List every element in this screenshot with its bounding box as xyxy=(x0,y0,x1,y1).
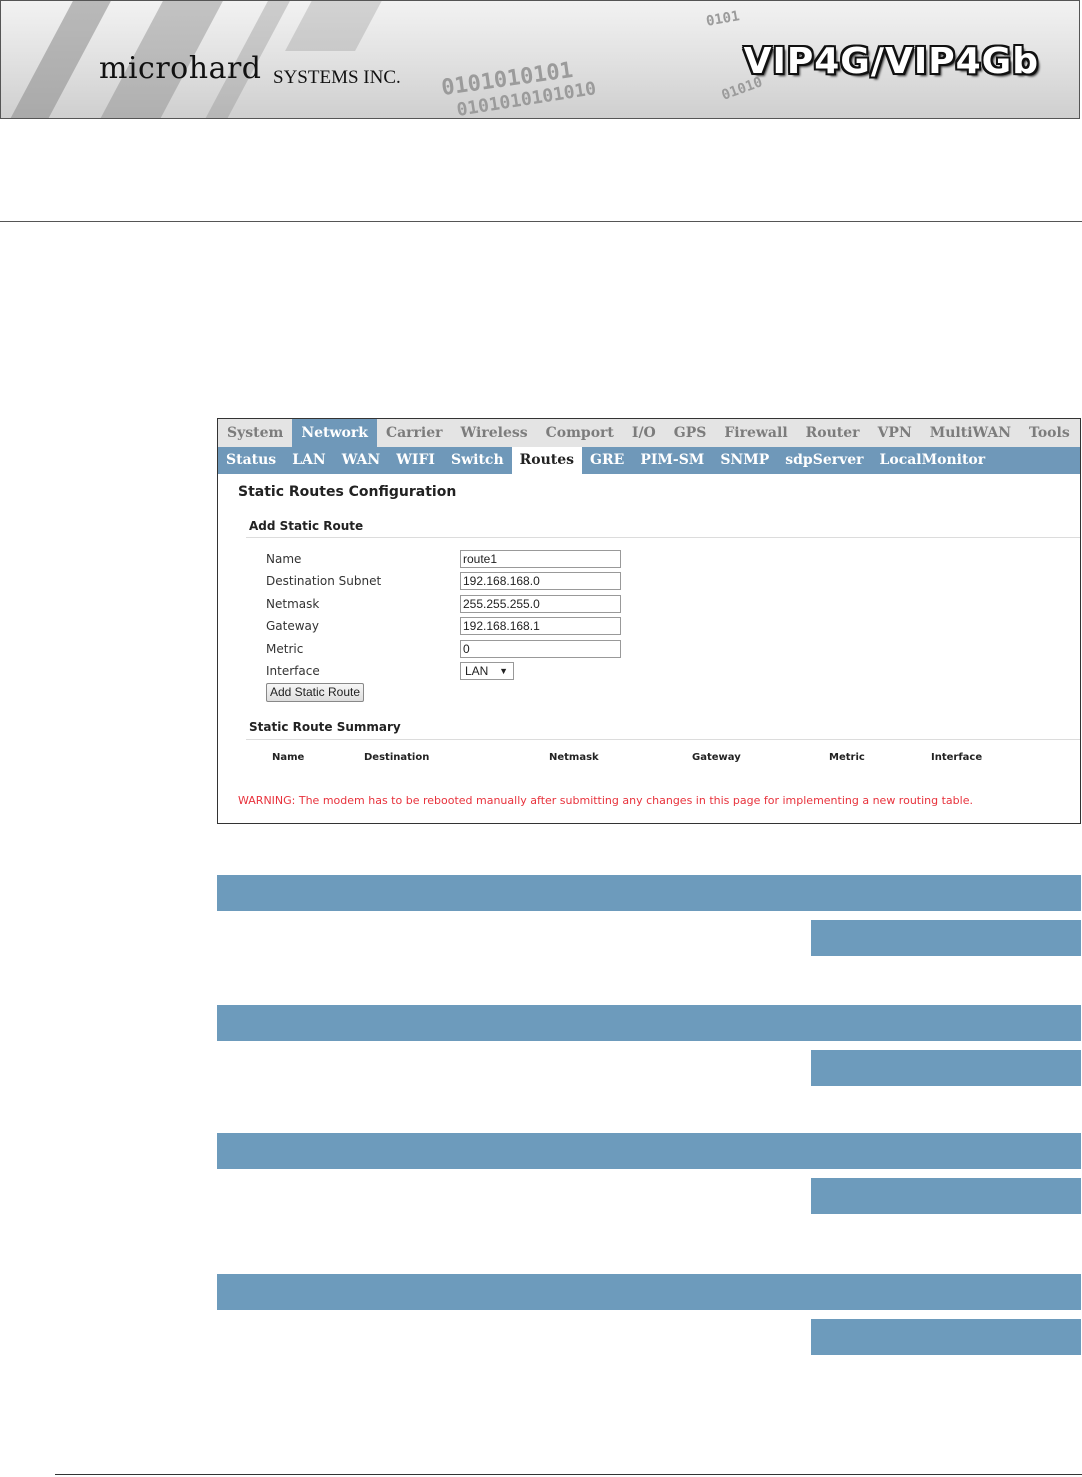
main-tab-bar: System Network Carrier Wireless Comport … xyxy=(218,419,1080,447)
section-heading-summary: Static Route Summary xyxy=(249,720,401,734)
section-bar xyxy=(217,1133,1081,1169)
brand-subtitle: SYSTEMS INC. xyxy=(273,67,401,88)
subtab-localmonitor[interactable]: LocalMonitor xyxy=(872,447,994,474)
tab-router[interactable]: Router xyxy=(797,419,869,447)
subtab-wan[interactable]: WAN xyxy=(334,447,389,474)
brand-name: microhard xyxy=(99,51,262,86)
section-bar xyxy=(217,1005,1081,1041)
form-row-destination: Destination Subnet 192.168.168.0 xyxy=(266,572,686,592)
interface-label: Interface xyxy=(266,664,320,678)
column-header-metric: Metric xyxy=(829,752,865,763)
netmask-field[interactable]: 255.255.255.0 xyxy=(460,595,621,613)
value-bar xyxy=(811,920,1081,956)
value-bar xyxy=(811,1178,1081,1214)
page-title: Static Routes Configuration xyxy=(238,484,457,500)
section-bar xyxy=(217,1274,1081,1310)
subtab-switch[interactable]: Switch xyxy=(443,447,512,474)
destination-label: Destination Subnet xyxy=(266,574,382,588)
column-header-name: Name xyxy=(272,752,305,763)
form-row-netmask: Netmask 255.255.255.0 xyxy=(266,595,686,615)
tab-network[interactable]: Network xyxy=(292,419,377,447)
value-bar xyxy=(811,1319,1081,1355)
column-header-gateway: Gateway xyxy=(692,752,741,763)
footer-divider xyxy=(55,1474,1082,1475)
tab-carrier[interactable]: Carrier xyxy=(377,419,452,447)
tab-comport[interactable]: Comport xyxy=(537,419,623,447)
tab-multiwan[interactable]: MultiWAN xyxy=(921,419,1020,447)
name-label: Name xyxy=(266,552,302,566)
add-static-route-button[interactable]: Add Static Route xyxy=(266,683,364,702)
subtab-snmp[interactable]: SNMP xyxy=(712,447,777,474)
subtab-routes[interactable]: Routes xyxy=(511,447,583,474)
column-header-destination: Destination xyxy=(364,752,430,763)
value-bar xyxy=(811,1050,1081,1086)
form-row-gateway: Gateway 192.168.168.1 xyxy=(266,617,686,637)
column-header-netmask: Netmask xyxy=(549,752,599,763)
form-row-metric: Metric 0 xyxy=(266,640,686,660)
binary-art: 0101 xyxy=(704,8,741,30)
tab-firewall[interactable]: Firewall xyxy=(715,419,796,447)
section-divider xyxy=(246,537,1080,538)
destination-field[interactable]: 192.168.168.0 xyxy=(460,572,621,590)
tab-vpn[interactable]: VPN xyxy=(869,419,921,447)
section-heading-add: Add Static Route xyxy=(249,519,364,533)
tab-tools[interactable]: Tools xyxy=(1020,419,1079,447)
sub-tab-bar: Status LAN WAN WIFI Switch Routes GRE PI… xyxy=(218,447,1080,474)
banner-streak-decoration xyxy=(285,1,387,51)
name-field[interactable]: route1 xyxy=(460,550,621,568)
metric-field[interactable]: 0 xyxy=(460,640,621,658)
product-title: VIP4G/VIP4Gb xyxy=(743,41,1039,82)
web-ui-screenshot: System Network Carrier Wireless Comport … xyxy=(217,418,1081,824)
tab-io[interactable]: I/O xyxy=(623,419,665,447)
form-row-name: Name route1 xyxy=(266,550,686,570)
section-divider xyxy=(246,739,1080,740)
form-row-interface: Interface LAN ▼ xyxy=(266,662,686,682)
subtab-sdpserver[interactable]: sdpServer xyxy=(777,447,871,474)
subtab-wifi[interactable]: WIFI xyxy=(388,447,443,474)
section-bar xyxy=(217,875,1081,911)
subtab-pim-sm[interactable]: PIM-SM xyxy=(632,447,712,474)
chevron-down-icon: ▼ xyxy=(499,666,508,676)
tab-gps[interactable]: GPS xyxy=(665,419,716,447)
tab-wireless[interactable]: Wireless xyxy=(452,419,537,447)
gateway-label: Gateway xyxy=(266,619,320,633)
interface-select[interactable]: LAN ▼ xyxy=(460,662,514,680)
gateway-field[interactable]: 192.168.168.1 xyxy=(460,617,621,635)
header-divider xyxy=(0,221,1082,222)
reboot-warning: WARNING: The modem has to be rebooted ma… xyxy=(238,794,973,807)
interface-select-value: LAN xyxy=(465,664,489,678)
tab-system[interactable]: System xyxy=(218,419,292,447)
subtab-status[interactable]: Status xyxy=(218,447,284,474)
metric-label: Metric xyxy=(266,642,304,656)
netmask-label: Netmask xyxy=(266,597,320,611)
subtab-gre[interactable]: GRE xyxy=(582,447,632,474)
subtab-lan[interactable]: LAN xyxy=(284,447,334,474)
column-header-interface: Interface xyxy=(931,752,983,763)
header-banner: 0101010101 0101010101010 0101 01010 micr… xyxy=(0,0,1080,119)
